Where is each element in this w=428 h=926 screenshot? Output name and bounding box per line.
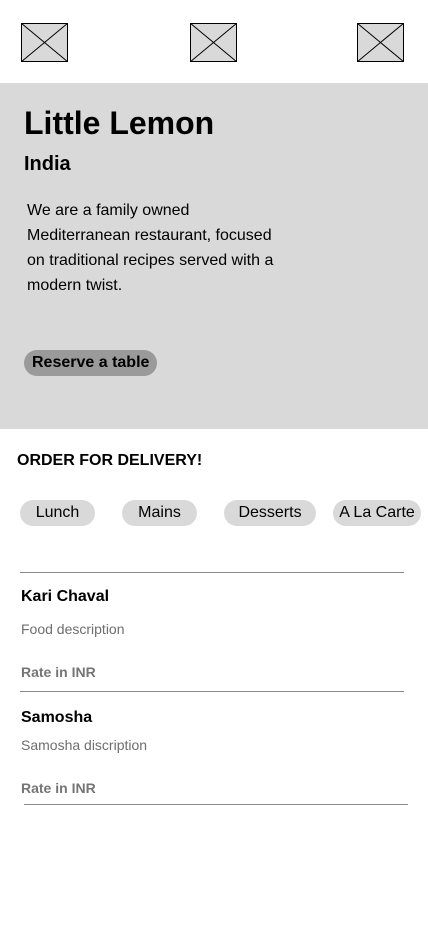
restaurant-location: India [24,153,71,175]
menu-divider [20,572,404,573]
menu-divider [20,691,404,692]
order-for-delivery-heading: ORDER FOR DELIVERY! [17,452,203,469]
header-left-image-placeholder-icon [21,23,68,62]
header-logo-image-placeholder-icon [190,23,237,62]
menu-item-rate: Rate in INR [21,664,96,680]
menu-item-name: Kari Chaval [21,588,110,605]
restaurant-title: Little Lemon [24,105,215,141]
category-chip-lunch[interactable]: Lunch [20,500,95,526]
header-right-image-placeholder-icon [357,23,404,62]
menu-item-description: Food description [21,621,125,637]
menu-divider [24,804,408,805]
restaurant-description: We are a family owned Mediterranean rest… [27,202,274,294]
menu-item-description: Samosha discription [21,737,148,753]
category-chip-mains[interactable]: Mains [122,500,197,526]
category-chip-desserts[interactable]: Desserts [224,500,316,526]
menu-item-rate: Rate in INR [21,780,96,796]
category-chip-a-la-carte[interactable]: A La Carte [333,500,421,526]
menu-item-name: Samosha [21,709,93,726]
reserve-table-button[interactable]: Reserve a table [24,350,158,376]
